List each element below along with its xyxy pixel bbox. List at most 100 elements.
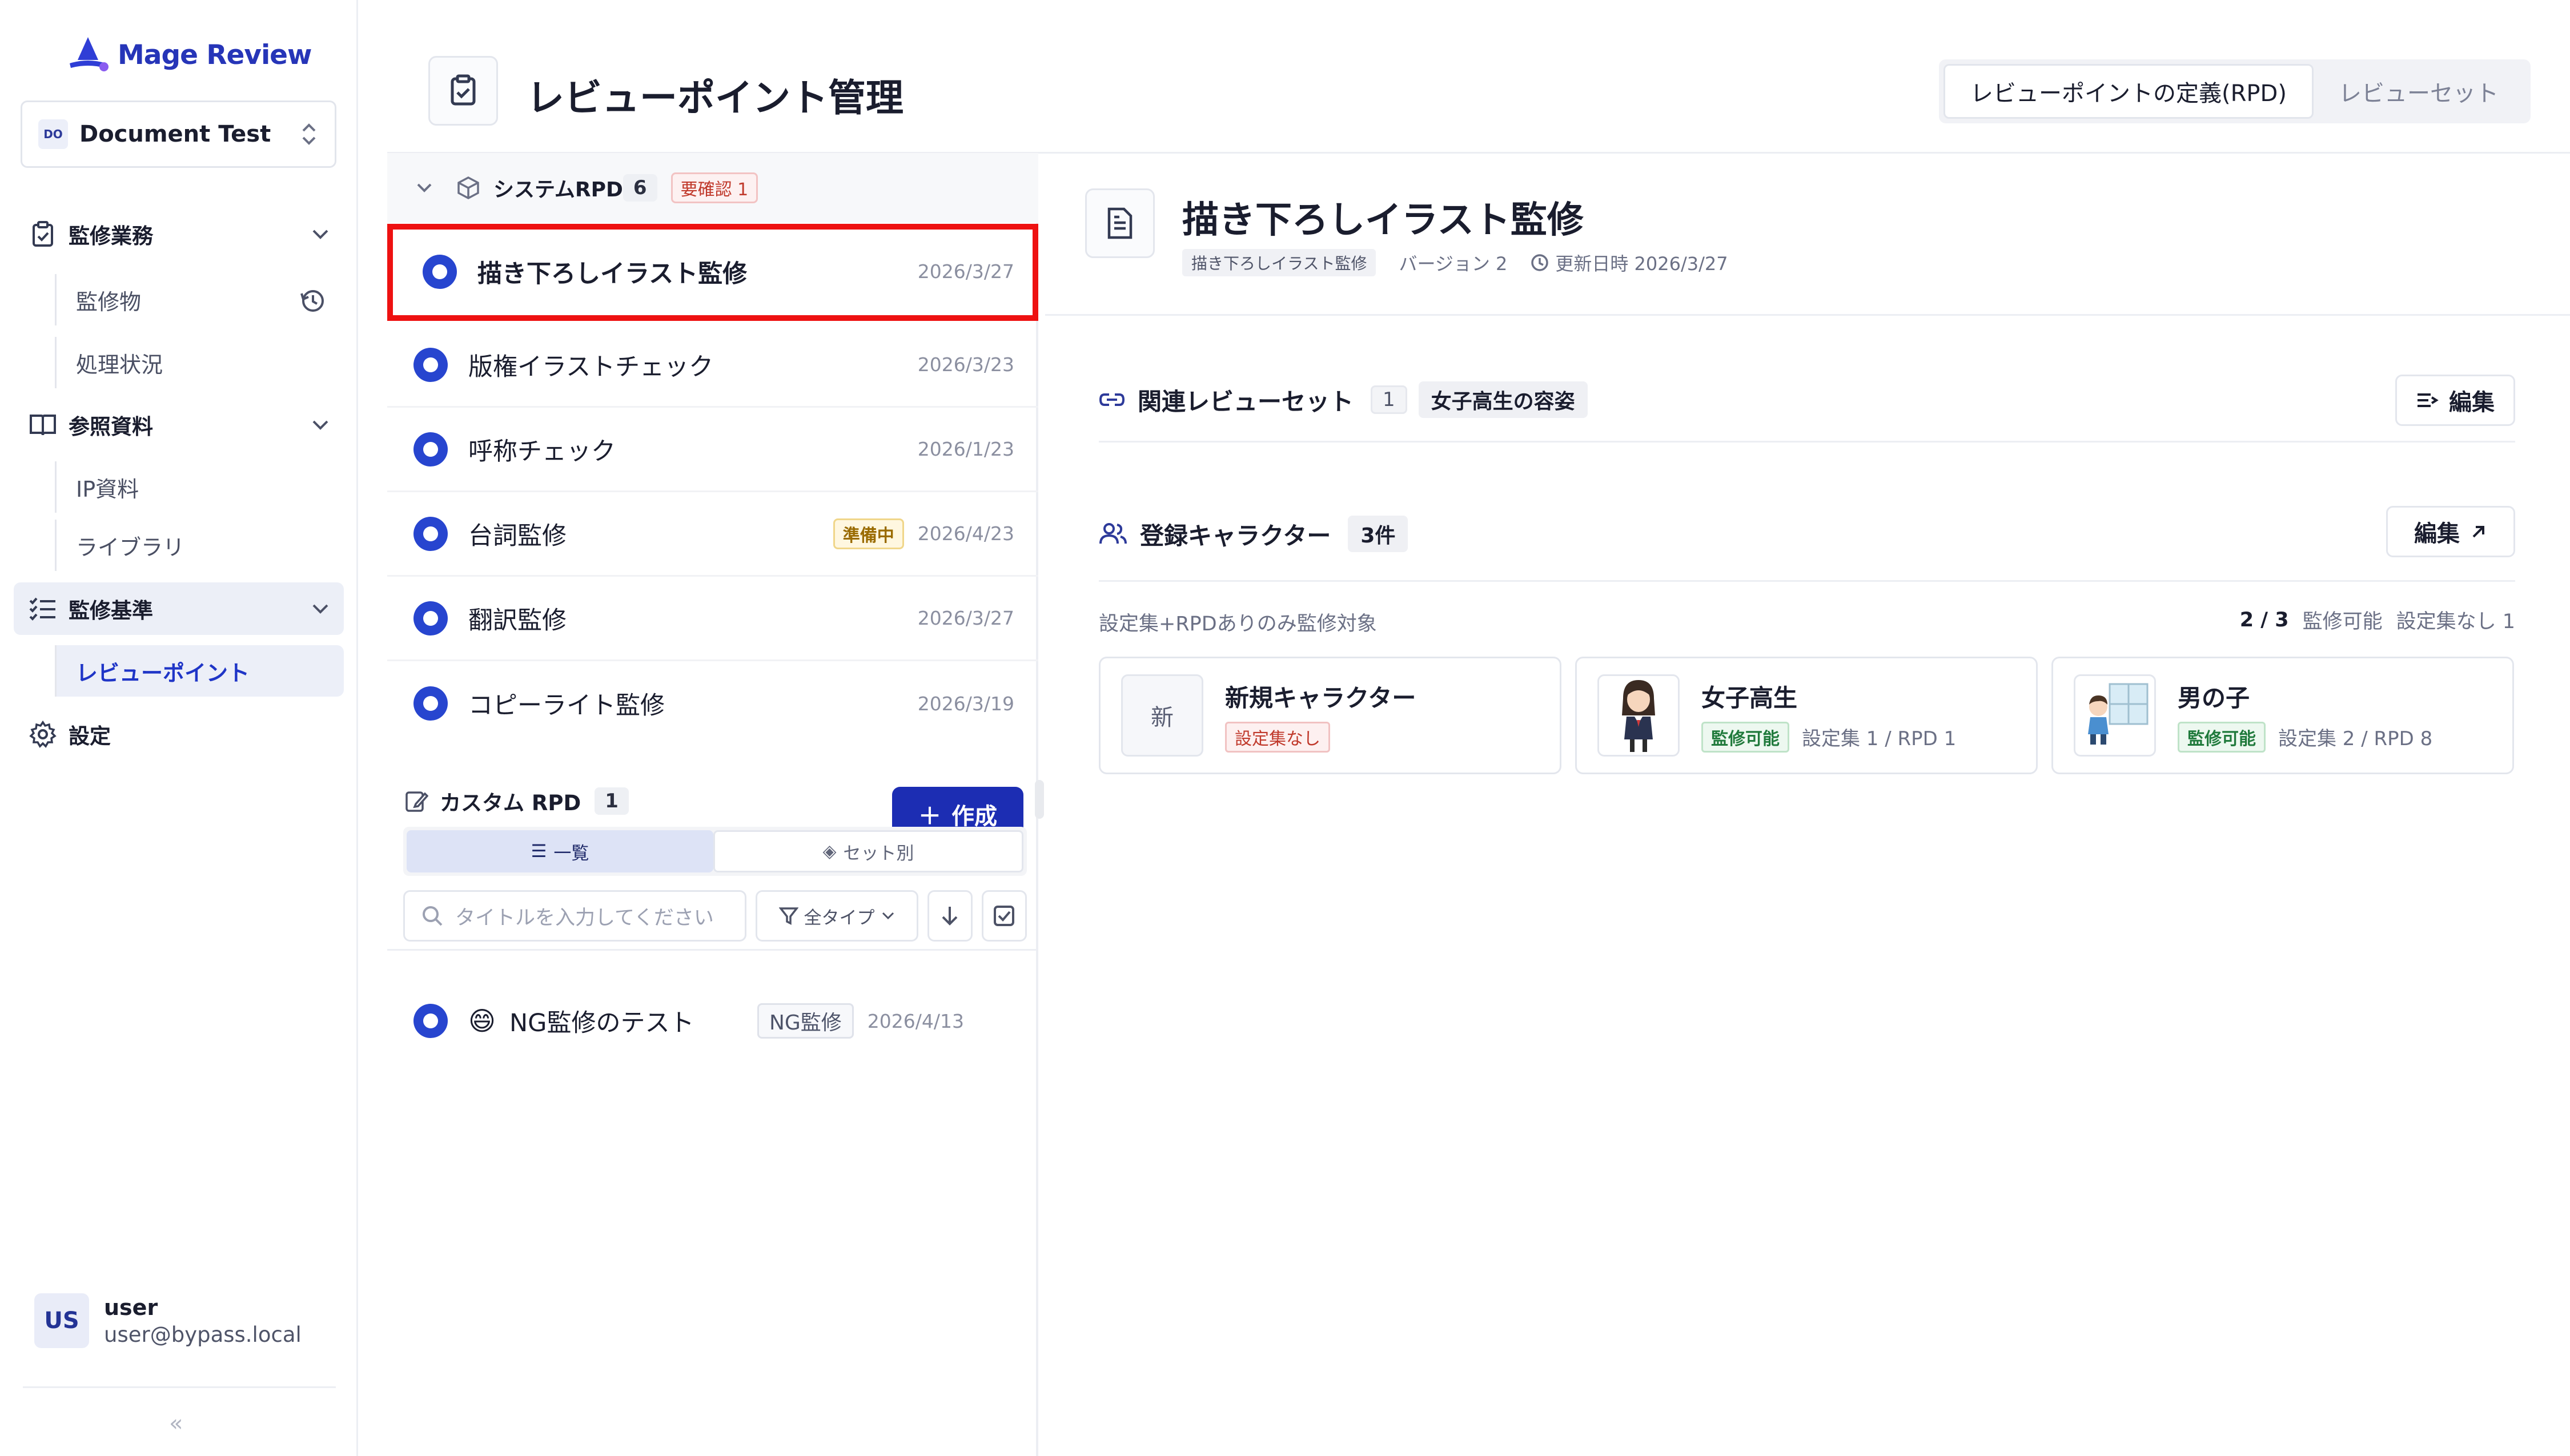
clock-icon bbox=[1531, 254, 1549, 271]
workspace-switcher[interactable]: DO Document Test bbox=[21, 100, 336, 168]
updated-text: 更新日時 2026/3/27 bbox=[1555, 253, 1728, 275]
ratio-value: 2 / 3 bbox=[2239, 608, 2289, 632]
segment-by-set[interactable]: ◈ セット別 bbox=[713, 830, 1023, 872]
segment-label: セット別 bbox=[843, 843, 914, 864]
avatar: US bbox=[34, 1293, 89, 1348]
nav-settings[interactable]: 設定 bbox=[14, 708, 344, 761]
sidebar-item-review-points[interactable]: レビューポイント bbox=[55, 645, 344, 697]
checkbox-icon bbox=[994, 906, 1015, 926]
workspace-badge: DO bbox=[38, 119, 68, 149]
create-label: 作成 bbox=[951, 803, 997, 830]
rpd-row[interactable]: 版権イラストチェック 2026/3/23 bbox=[387, 323, 1038, 408]
tab-review-set[interactable]: レビューセット bbox=[2314, 64, 2524, 119]
user-email: user@bypass.local bbox=[104, 1322, 302, 1347]
rpd-row[interactable]: 呼称チェック 2026/1/23 bbox=[387, 408, 1038, 492]
eligibility-ratio: 2 / 3 監修可能 設定集なし 1 bbox=[2240, 605, 2515, 634]
chevron-down-icon bbox=[312, 230, 328, 239]
character-card[interactable]: 男の子 監修可能 設定集 2 / RPD 8 bbox=[2051, 657, 2514, 774]
user-name: user bbox=[104, 1294, 158, 1320]
ratio-none: 設定集なし 1 bbox=[2396, 610, 2515, 633]
collapse-sidebar-button[interactable]: « bbox=[169, 1410, 183, 1437]
rpd-title: コピーライト監修 bbox=[468, 691, 665, 720]
arrow-down-icon bbox=[942, 907, 958, 926]
rpd-title: 台詞監修 bbox=[468, 521, 567, 550]
toolbar-divider bbox=[387, 949, 1038, 951]
custom-rpd-row[interactable]: 😄 NG監修のテスト NG監修 2026/4/13 bbox=[387, 979, 1038, 1063]
rpd-date: 2026/3/27 bbox=[917, 607, 1014, 629]
checklist-icon bbox=[27, 593, 58, 624]
edit-label: 編集 bbox=[2414, 521, 2460, 547]
section-divider bbox=[1099, 441, 2515, 443]
custom-rpd-count: 1 bbox=[595, 787, 629, 815]
tab-rpd-definition[interactable]: レビューポイントの定義(RPD) bbox=[1943, 64, 2314, 119]
sidebar-item-ip-materials[interactable]: IP資料 bbox=[55, 461, 344, 513]
sidebar-item-label: ライブラリ bbox=[76, 534, 185, 560]
rpd-title: 翻訳監修 bbox=[468, 606, 567, 635]
related-count: 1 bbox=[1371, 385, 1407, 414]
segment-label: 一覧 bbox=[553, 843, 589, 864]
character-info: 女子高生 監修可能 設定集 1 / RPD 1 bbox=[1701, 679, 1956, 753]
character-thumbnail bbox=[1597, 674, 1680, 757]
app-root: Mage Review DO Document Test 監修業務 監修物 処理… bbox=[0, 0, 2570, 1456]
logo[interactable]: Mage Review bbox=[65, 32, 312, 78]
search-placeholder: タイトルを入力してください bbox=[455, 906, 714, 930]
sidebar-item-label: 監修物 bbox=[76, 289, 142, 315]
sidebar-divider bbox=[23, 1386, 336, 1388]
character-card[interactable]: 女子高生 監修可能 設定集 1 / RPD 1 bbox=[1575, 657, 2038, 774]
section-title: 登録キャラクター bbox=[1140, 521, 1331, 550]
system-rpd-header[interactable]: システムRPD 6 要確認 1 bbox=[387, 153, 1038, 223]
list-icon: ☰ bbox=[531, 841, 547, 862]
eligibility-note: 設定集+RPDありのみ監修対象 bbox=[1099, 613, 1377, 636]
system-rpd-count: 6 bbox=[623, 174, 657, 202]
edit-note-icon bbox=[405, 791, 428, 812]
rpd-row[interactable]: コピーライト監修 2026/3/19 bbox=[387, 661, 1038, 746]
character-card[interactable]: 新 新規キャラクター 設定集なし bbox=[1099, 657, 1561, 774]
character-stats: 設定集 2 / RPD 8 bbox=[2278, 727, 2433, 750]
brand-name: Mage Review bbox=[118, 39, 312, 71]
section-title: 関連レビューセット bbox=[1138, 387, 1354, 416]
character-thumbnail: 新 bbox=[1121, 674, 1203, 757]
bulk-select-button[interactable] bbox=[981, 890, 1027, 942]
detail-divider bbox=[1045, 314, 2570, 316]
chevron-updown-icon bbox=[302, 123, 316, 145]
sidebar-item-review-objects[interactable]: 監修物 bbox=[55, 274, 344, 325]
status-indicator bbox=[413, 686, 448, 721]
custom-rpd-title: カスタム RPD bbox=[440, 791, 581, 815]
rpd-row[interactable]: 台詞監修 準備中 2026/4/23 bbox=[387, 492, 1038, 577]
page-icon bbox=[428, 56, 498, 126]
sidebar-item-label: IP資料 bbox=[76, 476, 139, 502]
smile-emoji-icon: 😄 bbox=[468, 1005, 496, 1036]
sidebar-item-label: レビューポイント bbox=[76, 660, 250, 686]
nav-group-review-work[interactable]: 監修業務 bbox=[14, 208, 344, 260]
sidebar-item-library[interactable]: ライブラリ bbox=[55, 520, 344, 571]
nav-group-label: 監修基準 bbox=[69, 598, 153, 623]
rpd-date: 2026/3/19 bbox=[917, 692, 1014, 715]
type-filter[interactable]: 全タイプ bbox=[756, 890, 918, 942]
nav-group-reference[interactable]: 参照資料 bbox=[14, 399, 344, 451]
edit-characters-button[interactable]: 編集 bbox=[2386, 506, 2515, 557]
sort-button[interactable] bbox=[927, 890, 973, 942]
sidebar-item-label: 処理状況 bbox=[76, 352, 163, 377]
chevron-down-icon[interactable] bbox=[416, 182, 433, 194]
review-set-tag[interactable]: 女子高生の容姿 bbox=[1418, 381, 1588, 418]
rpd-title: 版権イラストチェック bbox=[468, 352, 714, 381]
rpd-row-selected[interactable]: 描き下ろしイラスト監修 2026/3/27 bbox=[387, 224, 1038, 321]
detail-meta: 描き下ろしイラスト監修 バージョン 2 更新日時 2026/3/27 bbox=[1182, 249, 1728, 276]
history-icon[interactable] bbox=[299, 288, 326, 314]
search-input[interactable]: タイトルを入力してください bbox=[403, 890, 747, 942]
sidebar: Mage Review DO Document Test 監修業務 監修物 処理… bbox=[0, 0, 358, 1456]
edit-related-button[interactable]: 編集 bbox=[2395, 375, 2515, 426]
chevron-down-icon bbox=[312, 420, 328, 430]
segment-list[interactable]: ☰ 一覧 bbox=[407, 830, 713, 872]
user-profile[interactable]: US user user@bypass.local bbox=[34, 1293, 302, 1348]
needs-review-badge: 要確認 1 bbox=[670, 172, 758, 203]
users-icon bbox=[1099, 523, 1127, 544]
character-name: 女子高生 bbox=[1701, 683, 1798, 712]
list-toolbar: タイトルを入力してください 全タイプ bbox=[403, 888, 1027, 943]
sidebar-item-processing-status[interactable]: 処理状況 bbox=[55, 337, 344, 388]
boy-illustration bbox=[2088, 683, 2149, 745]
pane-resize-handle[interactable] bbox=[1035, 780, 1044, 819]
registered-characters-section: 登録キャラクター 3件 編集 bbox=[1099, 506, 2515, 562]
nav-group-review-standards[interactable]: 監修基準 bbox=[14, 582, 344, 635]
rpd-row[interactable]: 翻訳監修 2026/3/27 bbox=[387, 577, 1038, 661]
